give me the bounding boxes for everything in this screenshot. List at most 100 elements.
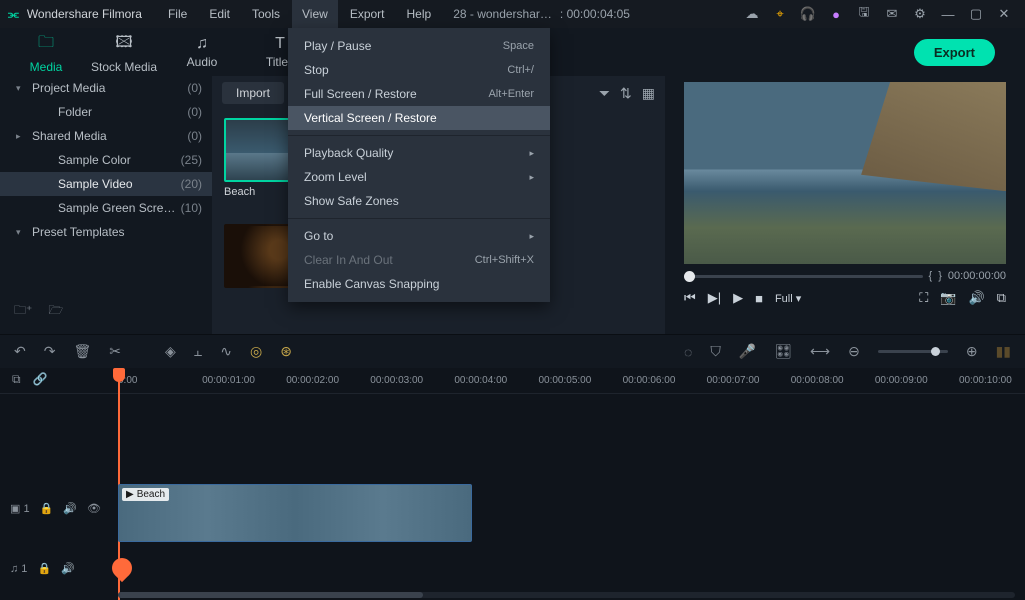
new-folder-icon[interactable]: 🗀⁺ [14, 301, 32, 322]
transport-controls: ⏮ ▶| ▶ ■ Full ▾ ⛶ 📷 🔊 ⧉ [684, 290, 1006, 306]
snapshot-icon[interactable]: 📷 [940, 290, 956, 306]
play-in-icon[interactable]: ▶| [708, 290, 721, 306]
menu-view[interactable]: View [292, 0, 338, 28]
sidebar-item-4[interactable]: Sample Video(20) [0, 172, 212, 196]
undo-icon[interactable]: ↶ [14, 343, 26, 360]
menu-file[interactable]: File [158, 0, 197, 28]
ruler-tick: 00:00:03:00 [370, 375, 436, 386]
speed-icon[interactable]: ∿ [220, 343, 232, 360]
ruler-tick: 00:00:06:00 [623, 375, 689, 386]
meters-icon[interactable]: ▮▮ [996, 343, 1011, 360]
video-track-1[interactable]: ▣ 1 🔒 🔊 👁 ▶Beach [0, 484, 1025, 544]
import-button[interactable]: Import [222, 82, 284, 104]
sidebar-item-2[interactable]: ▸Shared Media(0) [0, 124, 212, 148]
menu-item-9[interactable]: Go to▸ [288, 224, 550, 248]
close-icon[interactable]: ✕ [991, 6, 1017, 22]
color-icon[interactable]: ◎ [250, 343, 262, 360]
view-menu-dropdown: Play / PauseSpaceStopCtrl+/Full Screen /… [288, 28, 550, 302]
sort-icon[interactable]: ⇅ [620, 85, 632, 102]
menu-item-5[interactable]: Playback Quality▸ [288, 141, 550, 165]
menu-export[interactable]: Export [340, 0, 395, 28]
preview-screen[interactable] [684, 82, 1006, 264]
grid-view-icon[interactable]: ▦ [642, 85, 655, 102]
fit-timeline-icon[interactable]: ⟷ [810, 343, 830, 360]
scrub-knob[interactable] [684, 271, 695, 282]
lock-icon[interactable]: 🔒 [37, 562, 51, 575]
link-icon[interactable]: 🔗 [33, 372, 48, 387]
tips-icon[interactable]: ⌖ [767, 6, 793, 22]
sidebar-item-3[interactable]: Sample Color(25) [0, 148, 212, 172]
mark-out-icon[interactable]: } [938, 270, 942, 282]
detach-icon[interactable]: ⧉ [997, 290, 1006, 306]
stop-icon[interactable]: ■ [755, 291, 763, 306]
preview-panel: { } 00:00:00:00 ⏮ ▶| ▶ ■ Full ▾ ⛶ 📷 🔊 ⧉ [665, 76, 1025, 334]
filter-icon[interactable]: ⏷ [599, 85, 610, 102]
open-folder-icon[interactable]: 🗁 [48, 301, 63, 322]
mail-icon[interactable]: ✉ [879, 6, 905, 22]
sidebar-item-6[interactable]: ▾Preset Templates [0, 220, 212, 244]
visibility-icon[interactable]: 👁 [87, 502, 101, 515]
volume-icon[interactable]: 🔊 [969, 290, 985, 306]
menu-item-0[interactable]: Play / PauseSpace [288, 34, 550, 58]
redo-icon[interactable]: ↷ [44, 343, 56, 360]
music-icon: ♫ [166, 35, 238, 53]
menu-item-7[interactable]: Show Safe Zones [288, 189, 550, 213]
mute-icon[interactable]: 🔊 [61, 562, 75, 575]
project-timecode: : 00:00:04:05 [560, 7, 630, 21]
fit-select[interactable]: Full ▾ [775, 292, 801, 305]
ruler-tick: 00:00:07:00 [707, 375, 773, 386]
tab-audio[interactable]: ♫Audio [166, 31, 238, 73]
mixer-icon[interactable]: 🎛 [774, 343, 792, 360]
timeline-clip-beach[interactable]: ▶Beach [118, 484, 472, 542]
scrub-bar[interactable]: { } 00:00:00:00 [684, 270, 1006, 282]
zoom-slider[interactable] [878, 350, 948, 353]
mic-icon[interactable]: 🎤 [739, 343, 756, 360]
export-button[interactable]: Export [914, 39, 995, 66]
minimize-icon[interactable]: — [935, 7, 961, 22]
timeline-scrollbar[interactable] [118, 592, 1015, 598]
tracking-icon[interactable]: ◌ [684, 344, 692, 360]
tab-stock-media[interactable]: 🖾Stock Media [88, 27, 160, 78]
save-icon[interactable]: 🖫 [851, 3, 877, 25]
track-label: ▣ 1 [10, 502, 30, 515]
maximize-icon[interactable]: ▢ [963, 6, 989, 22]
menu-edit[interactable]: Edit [199, 0, 240, 28]
split-icon[interactable]: ✂ [109, 343, 121, 360]
manage-tracks-icon[interactable]: ⧉ [12, 372, 21, 387]
shield-icon[interactable]: ⛉ [710, 343, 721, 360]
cloud-icon[interactable]: ☁ [739, 6, 765, 22]
audio-marker[interactable] [108, 554, 136, 582]
mark-in-icon[interactable]: { [929, 270, 933, 282]
menu-item-3[interactable]: Vertical Screen / Restore [288, 106, 550, 130]
account-icon[interactable]: ● [823, 7, 849, 22]
mute-icon[interactable]: 🔊 [63, 502, 77, 515]
menu-item-6[interactable]: Zoom Level▸ [288, 165, 550, 189]
crop-icon[interactable]: ⫠ [194, 343, 202, 360]
tab-media[interactable]: 🗀Media [10, 27, 82, 78]
ruler-tick: 00:00:08:00 [791, 375, 857, 386]
menu-tools[interactable]: Tools [242, 0, 290, 28]
ruler-tick: 00:00:05:00 [538, 375, 604, 386]
timeline-ruler[interactable]: 0:0000:00:01:0000:00:02:0000:00:03:0000:… [0, 368, 1025, 394]
menu-item-1[interactable]: StopCtrl+/ [288, 58, 550, 82]
sidebar-item-1[interactable]: Folder(0) [0, 100, 212, 124]
delete-icon[interactable]: 🗑 [73, 343, 91, 360]
settings-icon[interactable]: ⚙ [907, 6, 933, 22]
support-icon[interactable]: 🎧 [795, 6, 821, 22]
display-icon[interactable]: ⛶ [919, 290, 928, 306]
zoom-out-icon[interactable]: ⊖ [848, 343, 860, 360]
lock-icon[interactable]: 🔒 [40, 502, 54, 515]
titlebar: ⫘ Wondershare Filmora File Edit Tools Vi… [0, 0, 1025, 28]
menu-help[interactable]: Help [397, 0, 442, 28]
effects-icon[interactable]: ⊛ [280, 343, 292, 360]
sidebar-item-5[interactable]: Sample Green Scre…(10) [0, 196, 212, 220]
play-badge-icon: ▶ [126, 489, 134, 500]
audio-track-1[interactable]: ♫ 1 🔒 🔊 [0, 558, 1025, 586]
step-back-icon[interactable]: ⏮ [684, 290, 696, 306]
marker-icon[interactable]: ◈ [165, 343, 176, 360]
sidebar-item-0[interactable]: ▾Project Media(0) [0, 76, 212, 100]
menu-item-2[interactable]: Full Screen / RestoreAlt+Enter [288, 82, 550, 106]
play-icon[interactable]: ▶ [733, 290, 743, 306]
menu-item-11[interactable]: Enable Canvas Snapping [288, 272, 550, 296]
zoom-in-icon[interactable]: ⊕ [966, 343, 978, 360]
